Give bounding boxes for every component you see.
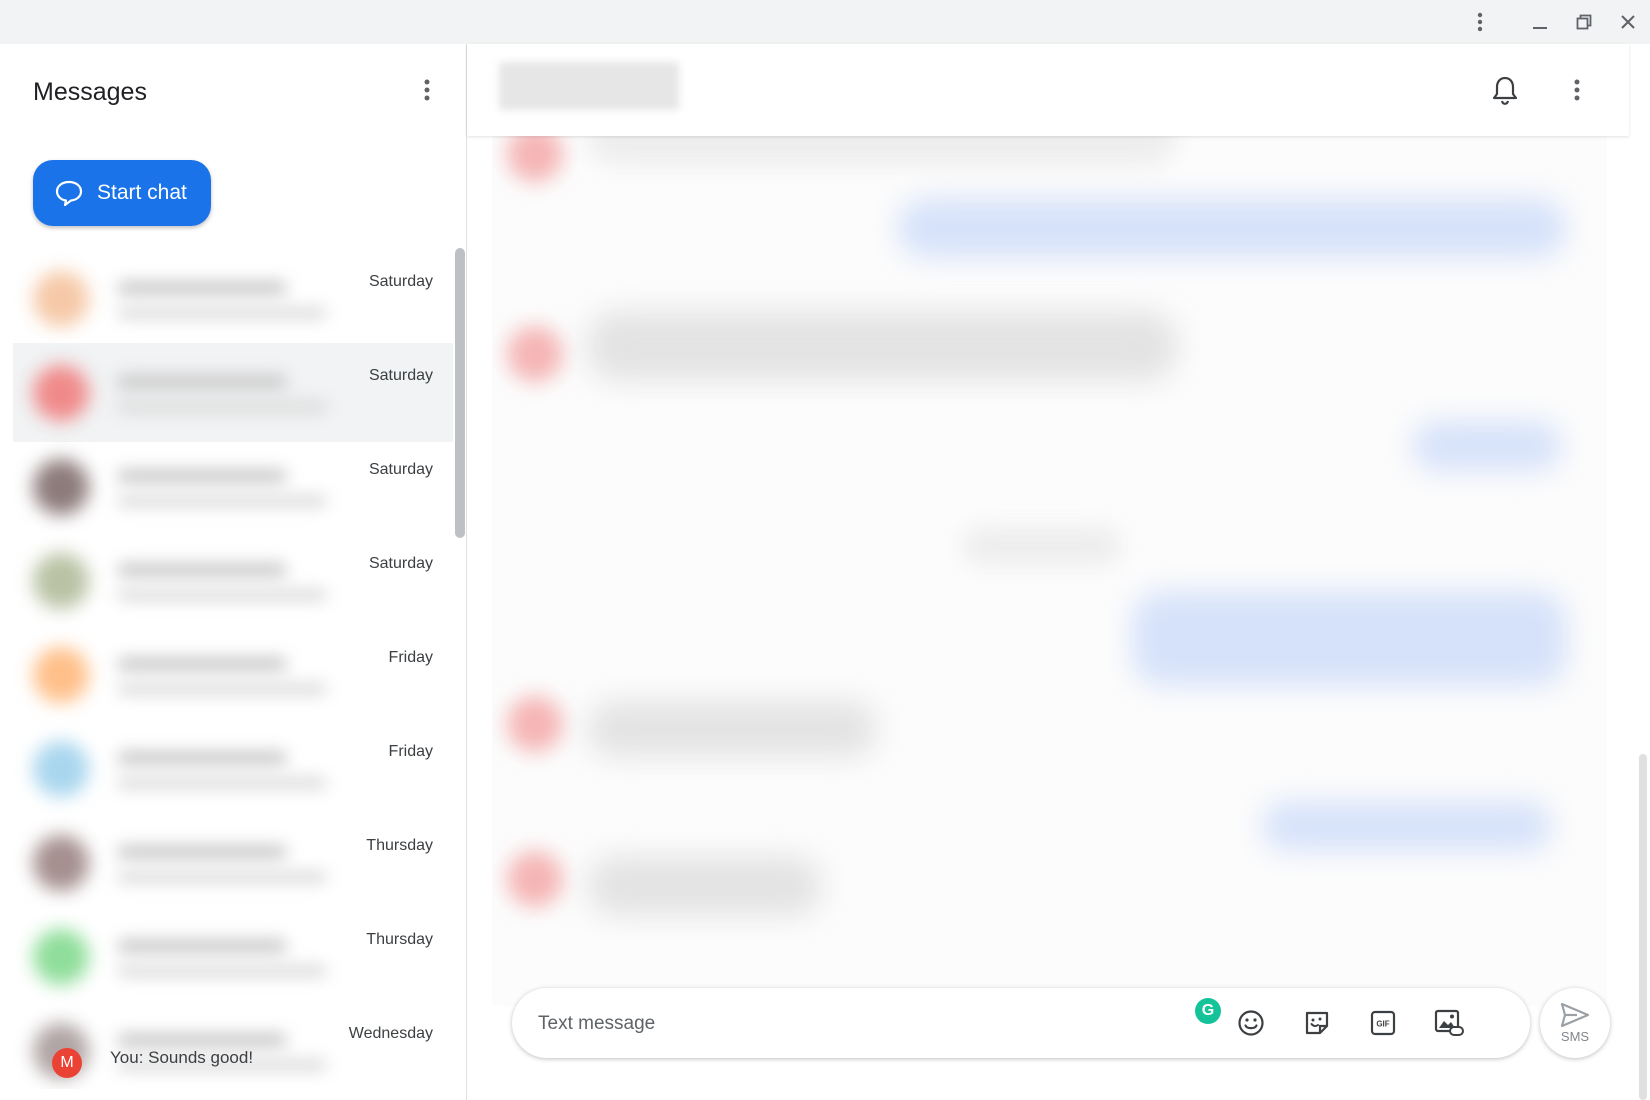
message-bubble bbox=[897, 198, 1567, 258]
avatar bbox=[33, 271, 89, 327]
text-message-input[interactable] bbox=[536, 1004, 1180, 1044]
conversation-date: Saturday bbox=[368, 273, 433, 290]
emoji-icon bbox=[1238, 1010, 1264, 1036]
message-thread-redacted bbox=[492, 136, 1607, 1006]
conversation-date: Thursday bbox=[366, 837, 433, 854]
contact-name-redacted bbox=[117, 657, 287, 671]
bell-icon bbox=[1492, 76, 1518, 105]
avatar bbox=[33, 459, 89, 515]
message-bubble bbox=[1262, 801, 1552, 851]
message-snippet-redacted bbox=[117, 307, 327, 319]
message-snippet-redacted bbox=[117, 965, 327, 977]
avatar: M bbox=[52, 1048, 82, 1078]
message-snippet-redacted bbox=[117, 589, 327, 601]
send-sms-button[interactable]: SMS bbox=[1540, 988, 1610, 1058]
restore-icon bbox=[1576, 14, 1592, 30]
contact-name-redacted bbox=[117, 469, 287, 483]
message-snippet: You: Sounds good! bbox=[110, 1048, 254, 1067]
message-snippet-redacted bbox=[117, 401, 327, 413]
more-vert-icon bbox=[1574, 79, 1580, 101]
conversation-item[interactable]: Thursday bbox=[13, 907, 453, 1006]
conversation-date: Thursday bbox=[366, 931, 433, 948]
close-icon bbox=[1621, 15, 1635, 29]
more-vert-icon bbox=[1477, 12, 1483, 32]
gif-button[interactable]: GIF bbox=[1364, 1004, 1402, 1042]
timestamp-divider bbox=[962, 526, 1122, 566]
message-bubble bbox=[587, 701, 877, 757]
message-snippet-redacted bbox=[117, 495, 327, 507]
contact-name-redacted bbox=[117, 281, 287, 295]
start-chat-button[interactable]: Start chat bbox=[33, 160, 211, 226]
contact-header-redacted bbox=[499, 62, 679, 110]
chat-pane: G GIF SMS bbox=[467, 44, 1650, 1100]
conversation-item[interactable]: Friday bbox=[13, 719, 453, 818]
message-snippet-redacted bbox=[117, 683, 327, 695]
conversation-item-partial[interactable]: M You: Sounds good! bbox=[30, 1040, 450, 1078]
contact-name-redacted bbox=[117, 845, 287, 859]
message-bubble bbox=[587, 856, 822, 916]
conversation-list: Saturday Saturday Saturday Saturday Frid… bbox=[13, 249, 453, 1089]
avatar bbox=[33, 647, 89, 703]
conversation-date: Friday bbox=[388, 743, 433, 760]
restore-button[interactable] bbox=[1568, 6, 1600, 38]
more-vert-icon bbox=[424, 79, 430, 101]
conversation-item[interactable]: Saturday bbox=[13, 343, 453, 442]
minimize-icon bbox=[1533, 27, 1547, 29]
avatar bbox=[33, 553, 89, 609]
gif-icon: GIF bbox=[1370, 1010, 1396, 1036]
conversation-item[interactable]: Thursday bbox=[13, 813, 453, 912]
start-chat-label: Start chat bbox=[97, 181, 187, 204]
attach-image-icon bbox=[1434, 1009, 1464, 1036]
sticker-button[interactable] bbox=[1298, 1004, 1336, 1042]
conversation-item[interactable]: Saturday bbox=[13, 437, 453, 536]
conversation-item[interactable]: Friday bbox=[13, 625, 453, 724]
attach-image-button[interactable] bbox=[1430, 1004, 1468, 1042]
conversation-date: Friday bbox=[388, 649, 433, 666]
chat-menu-button[interactable] bbox=[1557, 70, 1597, 110]
close-button[interactable] bbox=[1612, 6, 1644, 38]
window-menu-button[interactable] bbox=[1464, 6, 1496, 38]
contact-name-redacted bbox=[117, 939, 287, 953]
sender-avatar bbox=[507, 696, 563, 752]
message-bubble bbox=[587, 311, 1177, 381]
conversation-date: Saturday bbox=[368, 555, 433, 572]
contact-name-redacted bbox=[117, 375, 287, 389]
message-bubble bbox=[1412, 421, 1562, 471]
avatar bbox=[33, 741, 89, 797]
send-icon bbox=[1560, 1002, 1590, 1028]
window-titlebar bbox=[0, 0, 1650, 44]
chat-bubble-icon bbox=[55, 180, 83, 207]
sender-avatar bbox=[507, 851, 563, 907]
conversation-date: Saturday bbox=[368, 461, 433, 478]
conversation-item[interactable]: Saturday bbox=[13, 249, 453, 348]
conversation-list-scrollbar[interactable] bbox=[455, 248, 465, 538]
conversation-pane: Messages Start chat Saturday Saturday Sa… bbox=[0, 44, 467, 1100]
avatar bbox=[33, 365, 89, 421]
conversation-item[interactable]: Saturday bbox=[13, 531, 453, 630]
message-snippet-redacted bbox=[117, 777, 327, 789]
contact-name-redacted bbox=[117, 563, 287, 577]
send-type-label: SMS bbox=[1560, 1029, 1590, 1044]
svg-text:GIF: GIF bbox=[1376, 1020, 1389, 1029]
message-snippet-redacted bbox=[117, 871, 327, 883]
app-title: Messages bbox=[33, 78, 147, 106]
conversation-date: Saturday bbox=[368, 367, 433, 384]
minimize-button[interactable] bbox=[1524, 6, 1556, 38]
sticker-icon bbox=[1305, 1011, 1329, 1035]
emoji-button[interactable] bbox=[1232, 1004, 1270, 1042]
sender-avatar bbox=[507, 326, 563, 382]
app-menu-button[interactable] bbox=[411, 74, 443, 106]
message-bubble bbox=[587, 136, 1177, 166]
grammarly-icon[interactable]: G bbox=[1195, 998, 1221, 1024]
notifications-button[interactable] bbox=[1485, 70, 1525, 110]
thread-scrollbar[interactable] bbox=[1639, 754, 1647, 1100]
sender-avatar bbox=[507, 136, 563, 182]
chat-header bbox=[467, 44, 1629, 136]
message-composer: G GIF bbox=[512, 988, 1530, 1058]
avatar bbox=[33, 929, 89, 985]
message-bubble bbox=[1132, 591, 1567, 686]
contact-name-redacted bbox=[117, 751, 287, 765]
avatar bbox=[33, 835, 89, 891]
